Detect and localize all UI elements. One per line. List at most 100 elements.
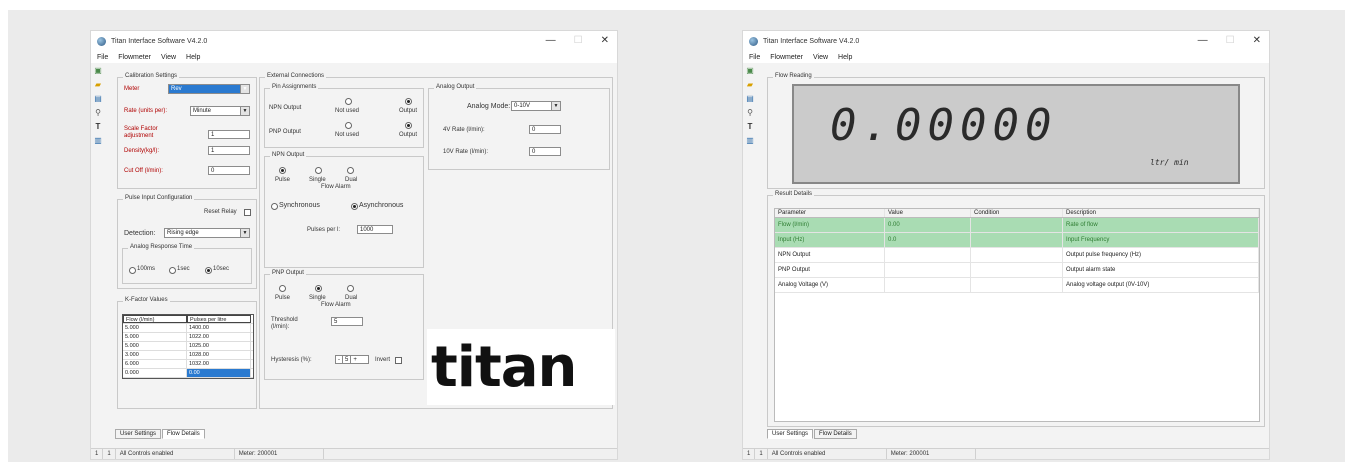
flow-cell[interactable]: 6.000 <box>123 360 187 368</box>
column-header[interactable]: Flow (l/min) <box>123 315 187 323</box>
kfactor-table: Flow (l/min) Pulses per litre 5.000 1400… <box>122 314 254 379</box>
chip-icon[interactable]: ▣ <box>745 65 755 75</box>
pulses-per-field[interactable]: 1000 <box>357 225 393 234</box>
page-icon[interactable]: ▥ <box>745 135 755 145</box>
flow-cell[interactable]: 5.000 <box>123 324 187 332</box>
maximize-button[interactable]: ☐ <box>574 35 583 46</box>
pnp-dual-radio[interactable] <box>347 285 354 292</box>
menu-flowmeter[interactable]: Flowmeter <box>770 54 803 61</box>
window-title: Titan Interface Software V4.2.0 <box>763 37 860 45</box>
column-header[interactable]: Description <box>1063 209 1259 217</box>
table-row[interactable]: 5.000 1025.00 <box>123 342 253 351</box>
pulses-cell[interactable]: 1400.00 <box>187 324 251 332</box>
flow-cell[interactable]: 0.000 <box>123 369 187 377</box>
column-header[interactable]: Pulses per litre <box>187 315 251 323</box>
npn-output-radio[interactable] <box>405 98 412 105</box>
hysteresis-stepper[interactable]: - 5 + <box>335 355 369 364</box>
search-icon[interactable]: ⚲ <box>745 107 755 117</box>
menu-help[interactable]: Help <box>186 54 200 61</box>
table-row[interactable]: 6.000 1032.00 <box>123 360 253 369</box>
tab-user-settings[interactable]: User Settings <box>767 429 814 439</box>
npn-single-radio[interactable] <box>315 167 322 174</box>
pnp-pulse-radio[interactable] <box>279 285 286 292</box>
open-folder-icon[interactable]: ▰ <box>93 79 103 89</box>
table-row[interactable]: 0.000 0.00 <box>123 369 253 378</box>
chip-icon[interactable]: ▣ <box>93 65 103 75</box>
close-button[interactable]: ✕ <box>601 35 609 46</box>
analog-mode-select[interactable]: 0-10V ▼ <box>511 101 561 111</box>
npn-not-used-radio[interactable] <box>345 98 352 105</box>
pulses-cell[interactable]: 1025.00 <box>187 342 251 350</box>
rate-select[interactable]: Minute ▼ <box>190 106 250 116</box>
table-row[interactable]: 5.000 1400.00 <box>123 324 253 333</box>
threshold-field[interactable]: 5 <box>331 317 363 326</box>
save-icon[interactable]: ▤ <box>93 93 103 103</box>
menu-flowmeter[interactable]: Flowmeter <box>118 54 151 61</box>
tab-user-settings[interactable]: User Settings <box>115 429 162 439</box>
pulses-cell[interactable]: 0.00 <box>187 369 251 377</box>
menu-bar: File Flowmeter View Help <box>743 51 1269 63</box>
cutoff-field[interactable]: 0 <box>208 166 250 175</box>
invert-checkbox[interactable] <box>395 357 402 364</box>
column-header[interactable]: Parameter <box>775 209 885 217</box>
status-message: All Controls enabled <box>116 449 235 459</box>
open-folder-icon[interactable]: ▰ <box>745 79 755 89</box>
meter-select[interactable]: Rev ▼ <box>168 84 250 94</box>
reset-relay-checkbox[interactable] <box>244 209 251 216</box>
4v-rate-label: 4V Rate (l/min): <box>443 127 485 133</box>
pulses-cell[interactable]: 1028.00 <box>187 351 251 359</box>
flow-cell[interactable]: 5.000 <box>123 333 187 341</box>
increment-button[interactable]: + <box>351 356 359 363</box>
menu-view[interactable]: View <box>813 54 828 61</box>
detection-select[interactable]: Rising edge ▼ <box>164 228 250 238</box>
flow-cell[interactable]: 3.000 <box>123 351 187 359</box>
table-row[interactable]: 3.000 1028.00 <box>123 351 253 360</box>
4v-rate-field[interactable]: 0 <box>529 125 561 134</box>
tab-flow-details[interactable]: Flow Details <box>162 429 205 439</box>
search-icon[interactable]: ⚲ <box>93 107 103 117</box>
pnp-single-radio[interactable] <box>315 285 322 292</box>
10v-rate-label: 10V Rate (l/min): <box>443 149 489 155</box>
menu-view[interactable]: View <box>161 54 176 61</box>
pulses-cell[interactable]: 1022.00 <box>187 333 251 341</box>
text-icon[interactable]: T <box>745 121 755 131</box>
column-header[interactable]: Value <box>885 209 971 217</box>
close-button[interactable]: ✕ <box>1253 35 1261 46</box>
npn-output-title: NPN Output <box>270 152 307 158</box>
title-bar[interactable]: Titan Interface Software V4.2.0 — ☐ ✕ <box>743 31 1269 51</box>
table-row[interactable]: 5.000 1022.00 <box>123 333 253 342</box>
response-100ms-radio[interactable] <box>129 267 136 274</box>
pulses-cell[interactable]: 1032.00 <box>187 360 251 368</box>
title-bar[interactable]: Titan Interface Software V4.2.0 — ☐ ✕ <box>91 31 617 51</box>
npn-dual-radio[interactable] <box>347 167 354 174</box>
minimize-button[interactable]: — <box>1198 35 1208 46</box>
response-1sec-radio[interactable] <box>169 267 176 274</box>
npn-pulse-radio[interactable] <box>279 167 286 174</box>
synchronous-radio[interactable] <box>271 203 278 210</box>
decrement-button[interactable]: - <box>336 356 343 363</box>
scale-factor-field[interactable]: 1 <box>208 130 250 139</box>
minimize-button[interactable]: — <box>546 35 556 46</box>
response-10sec-radio[interactable] <box>205 267 212 274</box>
table-row[interactable]: Analog Voltage (V) Analog voltage output… <box>775 278 1259 293</box>
table-row[interactable]: NPN Output Output pulse frequency (Hz) <box>775 248 1259 263</box>
menu-file[interactable]: File <box>97 54 108 61</box>
table-row[interactable]: PNP Output Output alarm state <box>775 263 1259 278</box>
maximize-button[interactable]: ☐ <box>1226 35 1235 46</box>
column-header[interactable]: Condition <box>971 209 1063 217</box>
analog-output-group: Analog Output Analog Mode: 0-10V ▼ 4V Ra… <box>428 84 610 170</box>
save-icon[interactable]: ▤ <box>745 93 755 103</box>
text-icon[interactable]: T <box>93 121 103 131</box>
menu-file[interactable]: File <box>749 54 760 61</box>
density-field[interactable]: 1 <box>208 146 250 155</box>
10v-rate-field[interactable]: 0 <box>529 147 561 156</box>
tab-flow-details[interactable]: Flow Details <box>814 429 857 439</box>
table-row[interactable]: Input (Hz) 0.0 Input Frequency <box>775 233 1259 248</box>
flow-cell[interactable]: 5.000 <box>123 342 187 350</box>
asynchronous-radio[interactable] <box>351 203 358 210</box>
page-icon[interactable]: ▥ <box>93 135 103 145</box>
menu-help[interactable]: Help <box>838 54 852 61</box>
pnp-not-used-radio[interactable] <box>345 122 352 129</box>
table-row[interactable]: Flow (l/min) 0.00 Rate of flow <box>775 218 1259 233</box>
pnp-output-radio[interactable] <box>405 122 412 129</box>
